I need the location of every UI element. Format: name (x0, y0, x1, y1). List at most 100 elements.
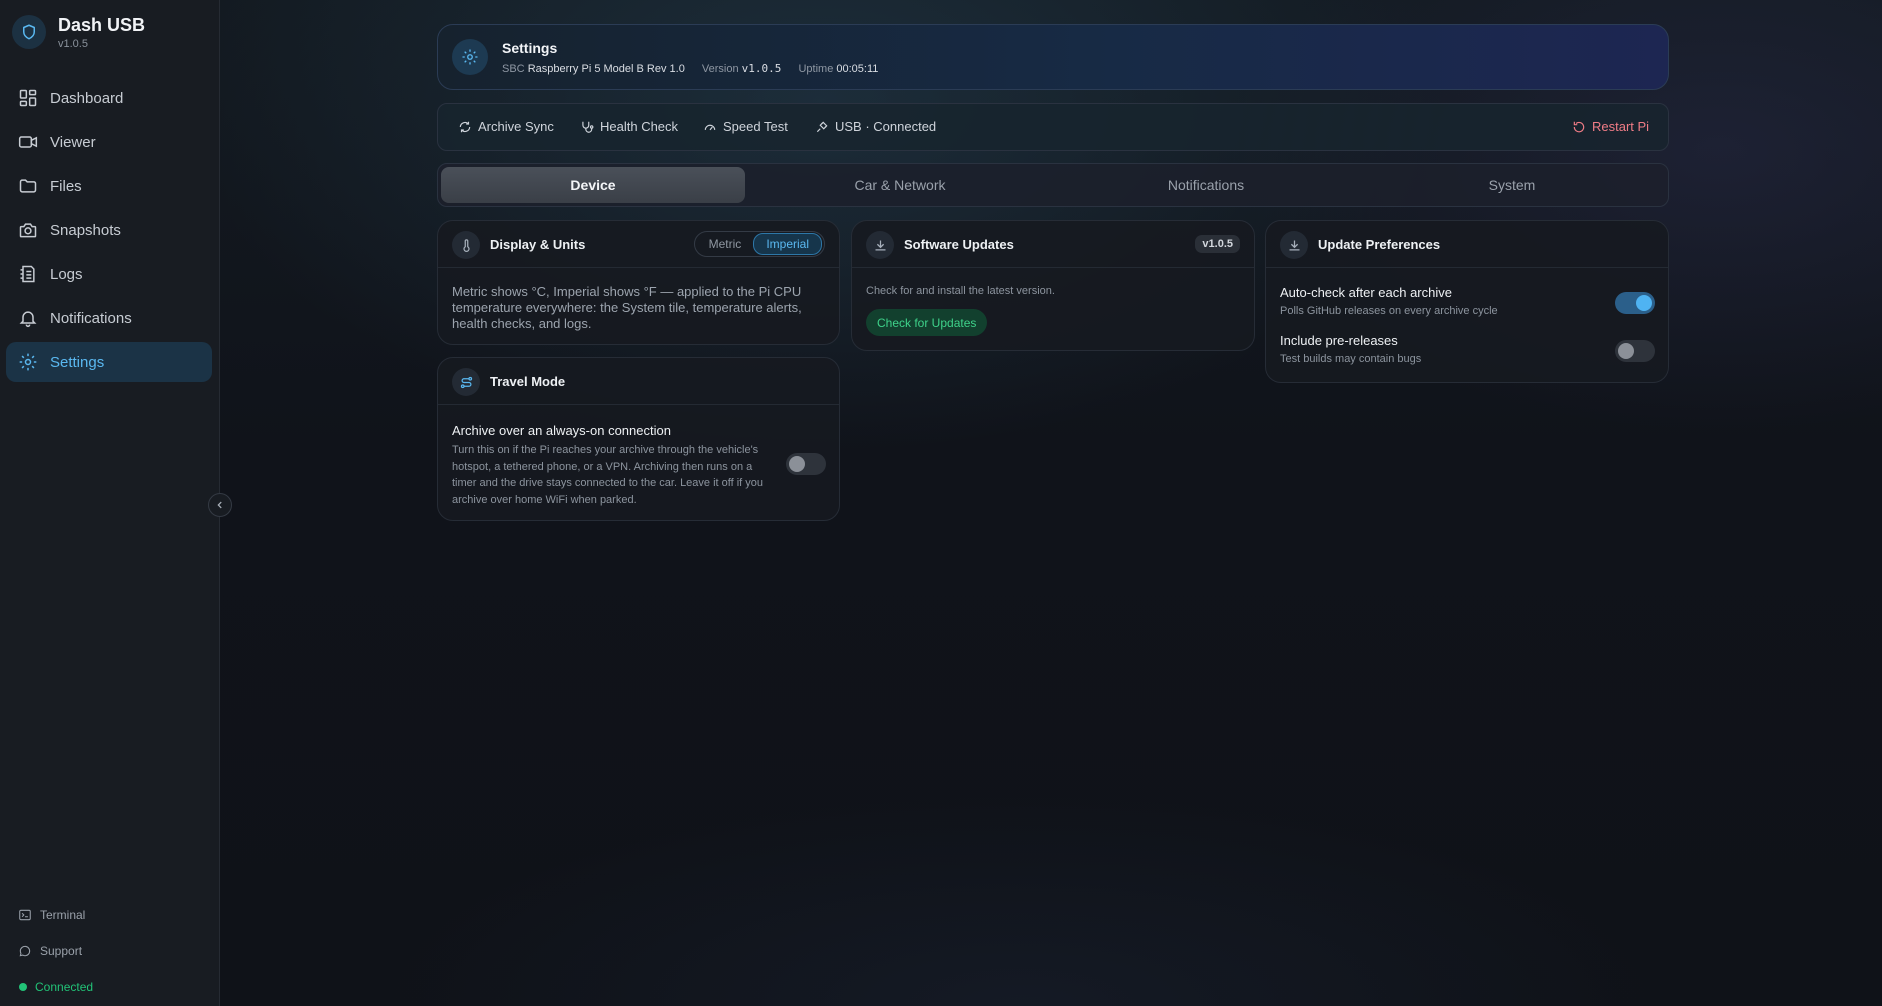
gauge-icon (704, 124, 716, 130)
plug-icon (816, 121, 828, 132)
sidebar-item-files[interactable]: Files (6, 166, 212, 206)
auto-check-title: Auto-check after each archive (1280, 285, 1452, 300)
shield-icon (12, 15, 46, 49)
app-version: v1.0.5 (58, 38, 88, 50)
health-check-label: Health Check (600, 119, 679, 134)
speed-test-button[interactable]: Speed Test (703, 119, 788, 134)
sidebar-item-viewer[interactable]: Viewer (6, 122, 212, 162)
gear-icon (452, 39, 488, 75)
card-title: Travel Mode (490, 374, 566, 389)
sidebar-item-label: Settings (50, 353, 105, 371)
tab-notifications[interactable]: Notifications (1054, 167, 1358, 203)
thermometer-icon (452, 231, 480, 259)
pre-releases-title: Include pre-releases (1280, 333, 1398, 348)
archive-sync-label: Archive Sync (478, 119, 554, 134)
terminal-label: Terminal (40, 908, 86, 922)
connection-status: Connected (18, 980, 93, 994)
support-link[interactable]: Support (18, 944, 82, 958)
route-icon (452, 368, 480, 396)
usb-status-label: USB · Connected (835, 119, 937, 134)
health-check-button[interactable]: Health Check (580, 119, 678, 134)
settings-tabs: Device Car & Network Notifications Syste… (437, 163, 1669, 207)
check-updates-button[interactable]: Check for Updates (866, 309, 988, 336)
card-header: Travel Mode (438, 358, 839, 405)
sidebar: Dash USB v1.0.5 Dashboard Viewer Files S… (0, 0, 220, 1006)
display-units-card: Display & Units Metric Imperial Metric s… (437, 220, 840, 345)
restart-pi-label: Restart Pi (1592, 119, 1650, 134)
units-description: Metric shows °C, Imperial shows °F — app… (452, 284, 802, 331)
updates-description: Check for and install the latest version… (866, 285, 1055, 297)
connection-status-label: Connected (35, 980, 94, 994)
card-header: Software Updates v1.0.5 (852, 221, 1254, 268)
imperial-option[interactable]: Imperial (753, 233, 822, 255)
support-label: Support (40, 944, 83, 958)
logs-icon (20, 265, 35, 283)
version-label: Version (701, 63, 739, 75)
download-icon (866, 231, 894, 259)
pre-releases-toggle[interactable] (1615, 340, 1655, 362)
uptime-label: Uptime (798, 63, 834, 75)
collapse-sidebar-button[interactable] (208, 493, 232, 517)
restart-icon (1573, 121, 1585, 132)
sidebar-item-label: Snapshots (50, 221, 121, 239)
brand[interactable]: Dash USB v1.0.5 (12, 14, 145, 50)
travel-option-description: Turn this on if the Pi reaches your arch… (452, 444, 764, 506)
software-updates-card: Software Updates v1.0.5 Check for and in… (851, 220, 1255, 351)
auto-check-toggle[interactable] (1615, 292, 1655, 314)
card-header: Display & Units Metric Imperial (438, 221, 839, 268)
tab-car-network[interactable]: Car & Network (748, 167, 1052, 203)
card-title: Software Updates (904, 237, 1014, 252)
units-toggle: Metric Imperial (693, 231, 825, 257)
chevron-left-icon (217, 501, 222, 509)
sidebar-item-snapshots[interactable]: Snapshots (6, 210, 212, 250)
bell-icon (19, 311, 37, 328)
tab-device[interactable]: Device (441, 167, 745, 203)
terminal-icon (19, 909, 31, 921)
update-preferences-card: Update Preferences Auto-check after each… (1265, 220, 1669, 383)
version-value: v1.0.5 (741, 62, 782, 75)
sidebar-item-settings[interactable]: Settings (6, 342, 212, 382)
gear-icon (19, 353, 37, 371)
sidebar-item-dashboard[interactable]: Dashboard (6, 78, 212, 118)
usb-status-button[interactable]: USB · Connected (815, 119, 936, 134)
chat-icon (19, 945, 31, 957)
sidebar-item-label: Dashboard (50, 89, 124, 107)
speed-test-label: Speed Test (723, 119, 788, 134)
terminal-link[interactable]: Terminal (18, 908, 85, 922)
page-title: Settings (502, 40, 558, 56)
stethoscope-icon (582, 121, 594, 133)
travel-mode-toggle[interactable] (786, 453, 826, 475)
camera-icon (19, 223, 37, 238)
settings-header: Settings SBC Raspberry Pi 5 Model B Rev … (437, 24, 1669, 90)
sidebar-item-logs[interactable]: Logs (6, 254, 212, 294)
pre-releases-subtitle: Test builds may contain bugs (1280, 353, 1422, 365)
travel-mode-card: Travel Mode Archive over an always-on co… (437, 357, 840, 521)
grid-icon (19, 89, 37, 107)
card-title: Display & Units (490, 237, 586, 252)
sidebar-item-label: Viewer (50, 133, 96, 151)
folder-icon (19, 179, 37, 193)
archive-sync-button[interactable]: Archive Sync (458, 119, 554, 134)
sidebar-nav: Dashboard Viewer Files Snapshots Logs No… (6, 78, 212, 386)
sidebar-item-label: Files (50, 177, 82, 195)
sidebar-item-notifications[interactable]: Notifications (6, 298, 212, 338)
metric-option[interactable]: Metric (697, 234, 754, 254)
app-name: Dash USB (58, 15, 146, 35)
video-icon (18, 136, 38, 148)
card-header: Update Preferences (1266, 221, 1668, 268)
sbc-value: Raspberry Pi 5 Model B Rev 1.0 (527, 63, 685, 75)
action-toolbar: Archive Sync Health Check Speed Test USB… (437, 103, 1669, 151)
version-badge: v1.0.5 (1195, 235, 1240, 253)
sbc-label: SBC (502, 63, 525, 75)
sync-icon (459, 121, 471, 132)
download-icon (1280, 231, 1308, 259)
status-dot (19, 983, 27, 991)
device-meta: SBC Raspberry Pi 5 Model B Rev 1.0 Versi… (502, 62, 878, 75)
tab-system[interactable]: System (1360, 167, 1664, 203)
restart-pi-button[interactable]: Restart Pi (1572, 119, 1649, 134)
travel-option-title: Archive over an always-on connection (452, 423, 671, 438)
uptime-value: 00:05:11 (836, 63, 879, 75)
card-title: Update Preferences (1318, 237, 1441, 252)
sidebar-item-label: Notifications (50, 309, 132, 327)
auto-check-subtitle: Polls GitHub releases on every archive c… (1280, 305, 1498, 317)
